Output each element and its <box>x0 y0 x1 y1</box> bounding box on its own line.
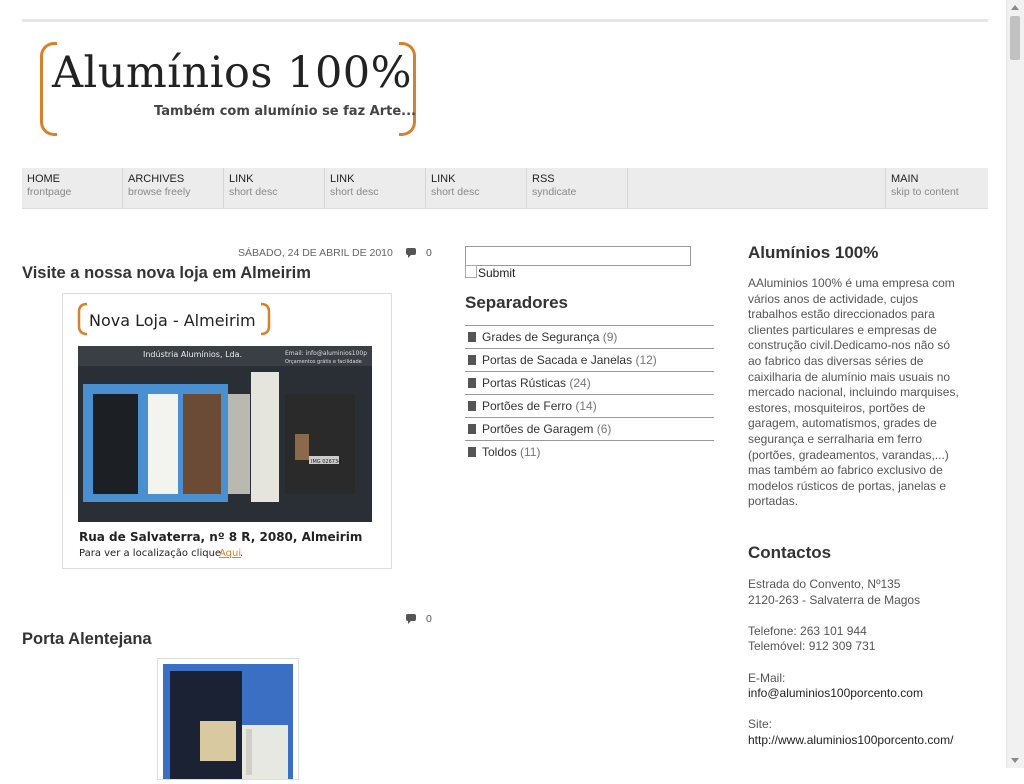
about-text: AAluminios 100% é uma empresa com vários… <box>748 276 959 509</box>
page-icon <box>468 332 476 342</box>
category-item[interactable]: Portas de Sacada e Janelas (12) <box>465 348 714 371</box>
nav-desc: syndicate <box>532 186 577 198</box>
category-list: Grades de Segurança (9) Portas de Sacada… <box>465 325 714 463</box>
nav-label: LINK <box>229 173 254 185</box>
nav-label: RSS <box>532 173 555 185</box>
category-item[interactable]: Portas Rústicas (24) <box>465 371 714 394</box>
flyer-location-link: Aqui <box>219 548 241 559</box>
scroll-down-arrow-icon[interactable] <box>1011 758 1019 763</box>
comment-bubble-icon <box>406 614 416 624</box>
broken-image-icon <box>465 265 477 278</box>
nav-label: LINK <box>431 173 456 185</box>
nav-label: ARCHIVES <box>128 173 185 185</box>
nav-item-home[interactable]: HOME frontpage <box>22 168 123 208</box>
post-image-porta-alentejana[interactable] <box>157 658 299 780</box>
category-count: (11) <box>520 445 541 459</box>
scrollbar-thumb[interactable] <box>1010 16 1020 60</box>
contact-phone: Telefone: 263 101 944 <box>748 623 867 638</box>
post-comments-link[interactable]: 0 <box>406 613 432 625</box>
flyer-sign-email: Email: info@aluminios100p <box>285 350 367 357</box>
nav-item-link-3[interactable]: LINK short desc <box>426 168 527 208</box>
about-heading: Alumínios 100% <box>748 243 879 262</box>
flyer-heading: Nova Loja - Almeirim <box>89 311 256 330</box>
contact-address-line-1: Estrada do Convento, Nº135 <box>748 577 901 591</box>
comment-count: 0 <box>426 613 432 625</box>
nav-item-archives[interactable]: ARCHIVES browse freely <box>123 168 224 208</box>
submit-button[interactable]: Submit <box>465 265 515 280</box>
comment-bubble-icon <box>406 248 416 258</box>
nav-desc: frontpage <box>27 186 72 198</box>
page-icon <box>468 447 476 457</box>
categories-heading: Separadores <box>465 293 568 312</box>
logo-title: Alumínios 100% <box>52 48 413 98</box>
flyer-sign-note: Orçamentos grátis e facilidade <box>285 358 362 365</box>
flyer-address: Rua de Salvaterra, nº 8 R, 2080, Almeiri… <box>79 530 362 544</box>
category-count: (9) <box>602 330 618 344</box>
page-icon <box>468 355 476 365</box>
post-comments-link[interactable]: 0 <box>406 247 432 259</box>
vertical-scrollbar[interactable] <box>1006 0 1024 768</box>
post-date: SÁBADO, 24 DE ABRIL DE 2010 <box>238 247 393 259</box>
scroll-up-arrow-icon[interactable] <box>1011 5 1019 10</box>
post-title[interactable]: Visite a nossa nova loja em Almeirim <box>22 264 311 283</box>
contacts-heading: Contactos <box>748 543 832 562</box>
nav-desc: browse freely <box>128 186 191 198</box>
nav-desc: short desc <box>330 186 379 198</box>
post-title[interactable]: Porta Alentejana <box>22 630 152 649</box>
top-divider <box>22 19 988 22</box>
flyer-location-text: Para ver a localização clique <box>79 548 221 559</box>
contact-site-link[interactable]: http://www.aluminios100porcento.com/ <box>748 733 953 747</box>
category-label: Toldos <box>482 445 517 459</box>
contacts-block: Estrada do Convento, Nº135 2120-263 - Sa… <box>748 577 963 749</box>
submit-label: Submit <box>478 266 516 280</box>
category-item[interactable]: Grades de Segurança (9) <box>465 325 714 348</box>
contact-email-label: E-Mail: <box>748 670 786 685</box>
category-count: (14) <box>575 399 597 413</box>
site-logo[interactable]: Alumínios 100% Também com alumínio se fa… <box>40 40 416 136</box>
page-icon <box>468 401 476 411</box>
comment-count: 0 <box>426 247 432 259</box>
flyer-sign-name: Indústria Alumínios, Lda. <box>143 350 242 359</box>
page-icon <box>468 378 476 388</box>
door-photo <box>163 664 293 779</box>
nav-desc: skip to content <box>891 186 959 198</box>
contact-mobile: Telemóvel: 912 309 731 <box>748 639 876 654</box>
category-count: (6) <box>596 422 612 436</box>
category-label: Portas Rústicas <box>482 376 567 390</box>
nav-label: HOME <box>27 173 60 185</box>
nav-item-link-2[interactable]: LINK short desc <box>325 168 426 208</box>
nav-label: MAIN <box>891 173 919 185</box>
category-item[interactable]: Toldos (11) <box>465 440 714 463</box>
category-label: Portas de Sacada e Janelas <box>482 353 633 367</box>
category-label: Portões de Garagem <box>482 422 594 436</box>
nav-desc: short desc <box>431 186 480 198</box>
contact-address-line-2: 2120-263 - Salvaterra de Magos <box>748 592 921 607</box>
category-item[interactable]: Portões de Garagem (6) <box>465 417 714 440</box>
category-count: (24) <box>569 376 591 390</box>
post-image-nova-loja[interactable]: Nova Loja - Almeirim Indústria Alumínios… <box>62 293 392 569</box>
nav-item-rss[interactable]: RSS syndicate <box>527 168 628 208</box>
search-input[interactable] <box>465 246 691 266</box>
nav-label: LINK <box>330 173 355 185</box>
main-navigation: HOME frontpage ARCHIVES browse freely LINK… <box>22 168 988 209</box>
store-flyer-graphic: Nova Loja - Almeirim Indústria Alumínios… <box>77 302 372 559</box>
category-item[interactable]: Portões de Ferro (14) <box>465 394 714 417</box>
category-count: (12) <box>635 353 657 367</box>
logo-tagline: Também com alumínio se faz Arte... <box>154 104 416 119</box>
page-icon <box>468 424 476 434</box>
nav-item-main[interactable]: MAIN skip to content <box>885 168 986 208</box>
flyer-plate: IMG 026734 <box>311 459 341 465</box>
category-label: Grades de Segurança <box>482 330 600 344</box>
nav-item-link-1[interactable]: LINK short desc <box>224 168 325 208</box>
category-label: Portões de Ferro <box>482 399 573 413</box>
contact-site-label: Site: <box>748 717 773 732</box>
contact-email-link[interactable]: info@aluminios100porcento.com <box>748 686 923 700</box>
nav-desc: short desc <box>229 186 278 198</box>
flyer-location-end: . <box>240 548 243 559</box>
